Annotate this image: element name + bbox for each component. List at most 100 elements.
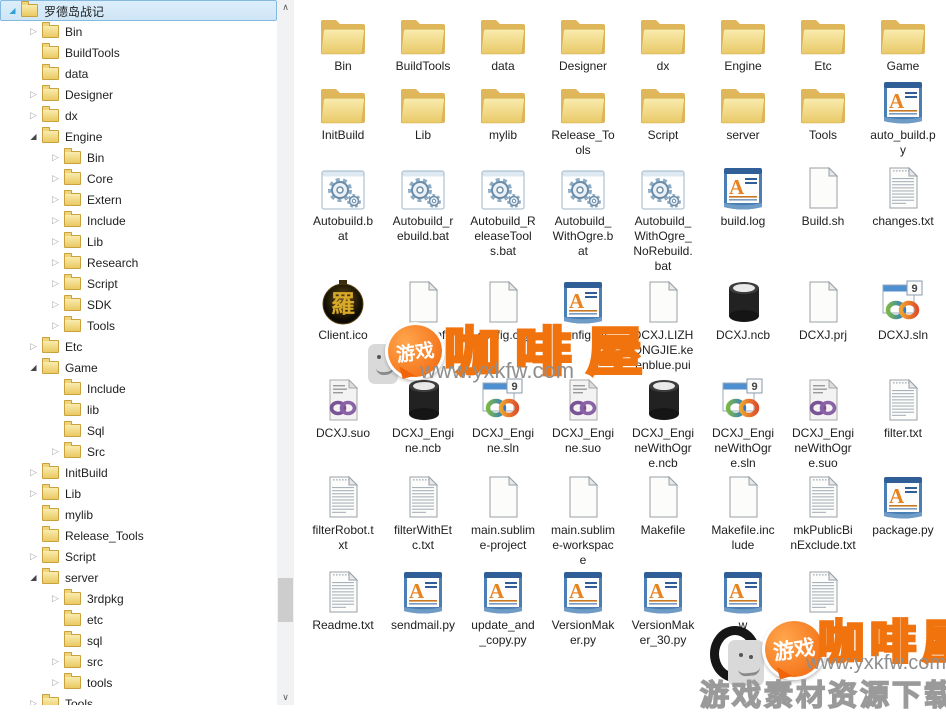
- tree-item-src[interactable]: ▷src: [0, 651, 277, 672]
- file-item-DCXJ_Engine.suo[interactable]: DCXJ_Engine.suo: [543, 375, 623, 456]
- file-item-DCXJ.ncb[interactable]: DCXJ.ncb: [703, 277, 783, 343]
- expand-arrow-icon[interactable]: ▷: [49, 279, 62, 288]
- file-item-main.sublime-project[interactable]: main.sublime-project: [463, 472, 543, 553]
- file-item-DCXJ_EngineWithOgre.ncb[interactable]: DCXJ_EngineWithOgre.ncb: [623, 375, 703, 471]
- folder-item-data[interactable]: data: [463, 8, 543, 74]
- file-item-Makefile.include[interactable]: Makefile.include: [703, 472, 783, 553]
- folder-item-Etc[interactable]: Etc: [783, 8, 863, 74]
- tree-item-Etc[interactable]: ▷Etc: [0, 336, 277, 357]
- file-item-Build.sh[interactable]: Build.sh: [783, 163, 863, 229]
- expand-arrow-icon[interactable]: ▷: [49, 195, 62, 204]
- file-item-DCXJ_Engine.sln[interactable]: 9DCXJ_Engine.sln: [463, 375, 543, 456]
- folder-item-BuildTools[interactable]: BuildTools: [383, 8, 463, 74]
- file-item-w[interactable]: Aw: [703, 567, 783, 633]
- folder-item-InitBuild[interactable]: InitBuild: [303, 77, 383, 143]
- tree-item-mylib[interactable]: mylib: [0, 504, 277, 525]
- file-item-obscured[interactable]: [783, 567, 863, 618]
- file-item-filter.txt[interactable]: filter.txt: [863, 375, 943, 441]
- tree-item-Bin[interactable]: ▷Bin: [0, 21, 277, 42]
- tree-item-罗德岛战记[interactable]: ◢罗德岛战记: [0, 0, 277, 21]
- expand-arrow-icon[interactable]: ▷: [27, 90, 40, 99]
- tree-item-Script[interactable]: ▷Script: [0, 546, 277, 567]
- file-item-Autobuild_WithOgre.bat[interactable]: Autobuild_WithOgre.bat: [543, 163, 623, 259]
- expand-arrow-icon[interactable]: ▷: [27, 699, 40, 705]
- tree-item-server[interactable]: ◢server: [0, 567, 277, 588]
- expand-arrow-icon[interactable]: ▷: [49, 594, 62, 603]
- file-item-config.py[interactable]: Aconfig.py: [543, 277, 623, 343]
- file-item-Autobuild_rebuild.bat[interactable]: Autobuild_rebuild.bat: [383, 163, 463, 244]
- file-item-Autobuild_ReleaseTools.bat[interactable]: Autobuild_ReleaseTools.bat: [463, 163, 543, 259]
- tree-item-Sql[interactable]: Sql: [0, 420, 277, 441]
- file-item-build.log[interactable]: Abuild.log: [703, 163, 783, 229]
- expand-arrow-icon[interactable]: ▷: [49, 300, 62, 309]
- tree-item-Designer[interactable]: ▷Designer: [0, 84, 277, 105]
- tree-item-Bin[interactable]: ▷Bin: [0, 147, 277, 168]
- file-item-client.config[interactable]: client.config: [383, 277, 463, 343]
- file-item-mkPublicBinExclude.txt[interactable]: mkPublicBinExclude.txt: [783, 472, 863, 553]
- scrollbar-thumb[interactable]: [278, 578, 293, 622]
- tree-item-Src[interactable]: ▷Src: [0, 441, 277, 462]
- tree-item-Extern[interactable]: ▷Extern: [0, 189, 277, 210]
- folder-item-Release_Tools[interactable]: Release_Tools: [543, 77, 623, 158]
- collapse-arrow-icon[interactable]: ◢: [27, 133, 40, 141]
- expand-arrow-icon[interactable]: ▷: [49, 258, 62, 267]
- expand-arrow-icon[interactable]: ▷: [49, 237, 62, 246]
- tree-item-Tools[interactable]: ▷Tools: [0, 693, 277, 705]
- file-item-filterWithEtc.txt[interactable]: filterWithEtc.txt: [383, 472, 463, 553]
- tree-item-tools[interactable]: ▷tools: [0, 672, 277, 693]
- file-item-DCXJ.suo[interactable]: DCXJ.suo: [303, 375, 383, 441]
- tree-item-lib[interactable]: lib: [0, 399, 277, 420]
- tree-item-BuildTools[interactable]: BuildTools: [0, 42, 277, 63]
- folder-item-server[interactable]: server: [703, 77, 783, 143]
- file-item-Readme.txt[interactable]: Readme.txt: [303, 567, 383, 633]
- file-item-DCXJ.prj[interactable]: DCXJ.prj: [783, 277, 863, 343]
- file-item-auto_build.py[interactable]: Aauto_build.py: [863, 77, 943, 158]
- tree-item-sql[interactable]: sql: [0, 630, 277, 651]
- file-item-Autobuild.bat[interactable]: Autobuild.bat: [303, 163, 383, 244]
- folder-item-Designer[interactable]: Designer: [543, 8, 623, 74]
- file-item-main.sublime-workspace[interactable]: main.sublime-workspace: [543, 472, 623, 568]
- tree-item-3rdpkg[interactable]: ▷3rdpkg: [0, 588, 277, 609]
- tree-item-Script[interactable]: ▷Script: [0, 273, 277, 294]
- expand-arrow-icon[interactable]: ▷: [49, 678, 62, 687]
- file-item-DCXJ.sln[interactable]: 9DCXJ.sln: [863, 277, 943, 343]
- tree-item-Include[interactable]: ▷Include: [0, 210, 277, 231]
- file-item-DCXJ_EngineWithOgre.sln[interactable]: 9DCXJ_EngineWithOgre.sln: [703, 375, 783, 471]
- file-item-DCXJ_EngineWithOgre.suo[interactable]: DCXJ_EngineWithOgre.suo: [783, 375, 863, 471]
- tree-scrollbar[interactable]: ∧ ∨: [277, 0, 294, 705]
- collapse-arrow-icon[interactable]: ◢: [27, 574, 40, 582]
- expand-arrow-icon[interactable]: ▷: [27, 27, 40, 36]
- file-item-filterRobot.txt[interactable]: filterRobot.txt: [303, 472, 383, 553]
- scroll-down-icon[interactable]: ∨: [277, 690, 294, 705]
- file-item-update_and_copy.py[interactable]: Aupdate_and_copy.py: [463, 567, 543, 648]
- tree-item-Game[interactable]: ◢Game: [0, 357, 277, 378]
- file-item-Client.ico[interactable]: 羅Client.ico: [303, 277, 383, 343]
- expand-arrow-icon[interactable]: ▷: [49, 153, 62, 162]
- folder-item-Script[interactable]: Script: [623, 77, 703, 143]
- file-item-package.py[interactable]: Apackage.py: [863, 472, 943, 538]
- expand-arrow-icon[interactable]: ▷: [49, 321, 62, 330]
- folder-item-Bin[interactable]: Bin: [303, 8, 383, 74]
- collapse-arrow-icon[interactable]: ◢: [6, 7, 19, 15]
- tree-item-SDK[interactable]: ▷SDK: [0, 294, 277, 315]
- expand-arrow-icon[interactable]: ▷: [49, 657, 62, 666]
- file-item-sendmail.py[interactable]: Asendmail.py: [383, 567, 463, 633]
- tree-item-Include[interactable]: Include: [0, 378, 277, 399]
- tree-item-dx[interactable]: ▷dx: [0, 105, 277, 126]
- file-item-DCXJ.LIZHONGJIE.keenblue.pui[interactable]: DCXJ.LIZHONGJIE.keenblue.pui: [623, 277, 703, 373]
- expand-arrow-icon[interactable]: ▷: [27, 552, 40, 561]
- file-item-VersionMaker.py[interactable]: AVersionMaker.py: [543, 567, 623, 648]
- tree-item-Engine[interactable]: ◢Engine: [0, 126, 277, 147]
- collapse-arrow-icon[interactable]: ◢: [27, 364, 40, 372]
- file-item-VersionMaker_30.py[interactable]: AVersionMaker_30.py: [623, 567, 703, 648]
- tree-item-InitBuild[interactable]: ▷InitBuild: [0, 462, 277, 483]
- file-item-Makefile[interactable]: Makefile: [623, 472, 703, 538]
- expand-arrow-icon[interactable]: ▷: [27, 342, 40, 351]
- tree-item-Lib[interactable]: ▷Lib: [0, 231, 277, 252]
- file-item-Autobuild_WithOgre_NoRebuild.bat[interactable]: Autobuild_WithOgre_NoRebuild.bat: [623, 163, 703, 274]
- tree-item-Core[interactable]: ▷Core: [0, 168, 277, 189]
- tree-item-Lib[interactable]: ▷Lib: [0, 483, 277, 504]
- file-item-changes.txt[interactable]: changes.txt: [863, 163, 943, 229]
- folder-item-Tools[interactable]: Tools: [783, 77, 863, 143]
- tree-item-etc[interactable]: etc: [0, 609, 277, 630]
